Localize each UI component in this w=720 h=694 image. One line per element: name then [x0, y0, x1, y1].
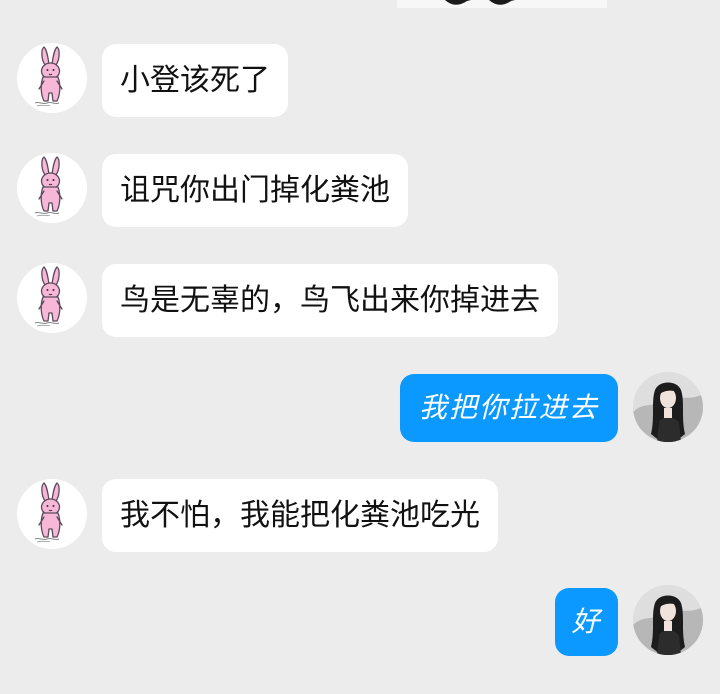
pink-bunny-avatar-icon: [17, 43, 87, 113]
user-avatar[interactable]: [633, 585, 703, 655]
pink-bunny-avatar-icon: [17, 263, 87, 333]
contact-avatar[interactable]: [17, 153, 87, 223]
pink-bunny-avatar-icon: [17, 479, 87, 549]
incoming-message-bubble[interactable]: 小登该死了: [102, 44, 288, 117]
user-avatar[interactable]: [633, 372, 703, 442]
pink-bunny-avatar-icon: [17, 153, 87, 223]
incoming-message-bubble[interactable]: 鸟是无辜的，鸟飞出来你掉进去: [102, 264, 558, 337]
previous-image-preview[interactable]: [397, 0, 607, 8]
contact-avatar[interactable]: [17, 263, 87, 333]
outgoing-message-bubble[interactable]: 好: [555, 588, 618, 656]
incoming-message-bubble[interactable]: 诅咒你出门掉化粪池: [102, 154, 408, 227]
outgoing-message-bubble[interactable]: 我把你拉进去: [400, 374, 618, 442]
contact-avatar[interactable]: [17, 43, 87, 113]
incoming-message-bubble[interactable]: 我不怕，我能把化粪池吃光: [102, 479, 498, 552]
dark-haired-girl-avatar-icon: [633, 585, 703, 655]
contact-avatar[interactable]: [17, 479, 87, 549]
dark-haired-girl-avatar-icon: [633, 372, 703, 442]
